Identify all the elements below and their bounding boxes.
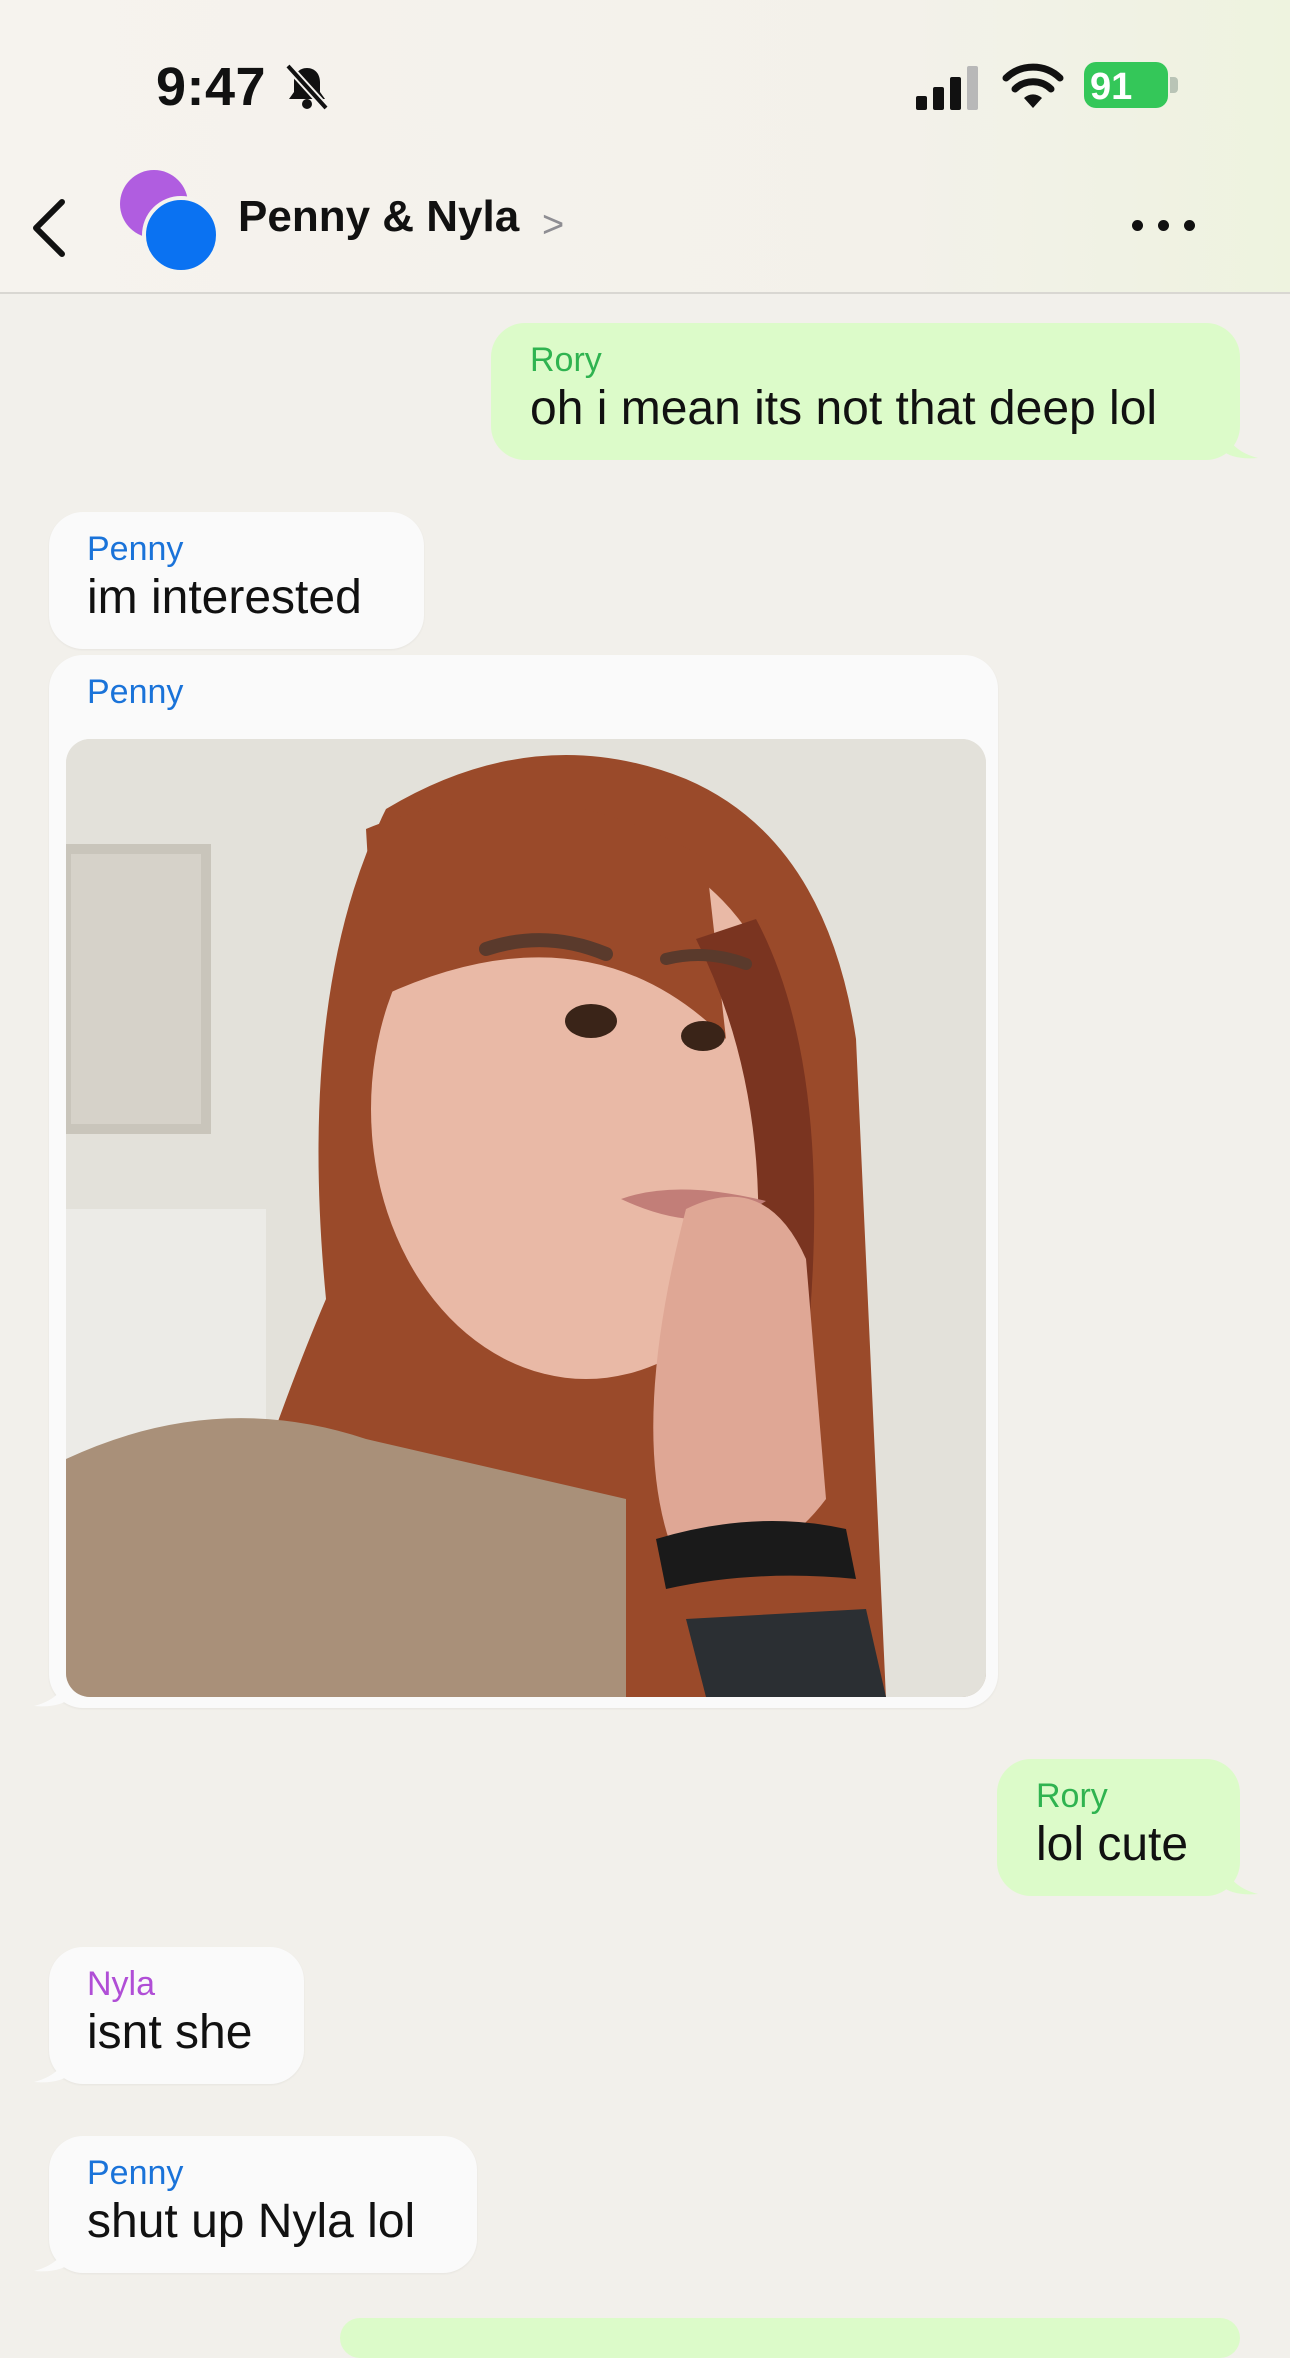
sender-name: Rory [1036,1777,1108,1815]
chevron-right-icon[interactable]: > [542,204,564,247]
avatar-nyla [142,196,220,274]
sender-name: Penny [87,673,184,711]
battery-charging-icon: 91 [1084,62,1180,110]
message-text: shut up Nyla lol [87,2195,416,2248]
message-bubble-incoming[interactable]: Penny im interested [49,512,424,649]
sender-name: Penny [87,2154,184,2192]
chevron-left-icon[interactable] [28,196,72,260]
status-time: 9:47 [156,57,267,117]
wifi-icon [1002,63,1064,108]
message-text: lol cute [1036,1818,1189,1871]
sender-name: Rory [530,341,602,379]
bubble-tail [34,2233,70,2272]
bubble-tail [1222,420,1258,459]
group-avatar[interactable] [120,170,220,274]
message-bubble-outgoing-partial[interactable] [340,2318,1240,2358]
bubble-tail [34,1668,70,1707]
message-bubble-incoming[interactable]: Nyla isnt she [49,1947,304,2084]
message-text: im interested [87,571,362,624]
battery-level: 91 [1090,66,1133,108]
message-bubble-outgoing[interactable]: Rory oh i mean its not that deep lol [491,323,1240,460]
message-bubble-incoming[interactable]: Penny shut up Nyla lol [49,2136,477,2273]
message-bubble-outgoing[interactable]: Rory lol cute [997,1759,1240,1896]
bubble-tail [1222,1856,1258,1895]
chat-title[interactable]: Penny & Nyla [238,192,519,242]
message-text: isnt she [87,2006,253,2059]
sender-name: Penny [87,530,184,568]
bell-slash-icon [285,63,329,111]
shared-photo[interactable] [66,739,986,1697]
sender-name: Nyla [87,1965,156,2003]
navigation-header: 9:47 91 Penny & Nyla > [0,0,1290,294]
message-text: oh i mean its not that deep lol [530,382,1158,435]
bubble-tail [34,2044,70,2083]
cellular-signal-icon [916,66,978,110]
ellipsis-icon[interactable] [1128,202,1200,248]
